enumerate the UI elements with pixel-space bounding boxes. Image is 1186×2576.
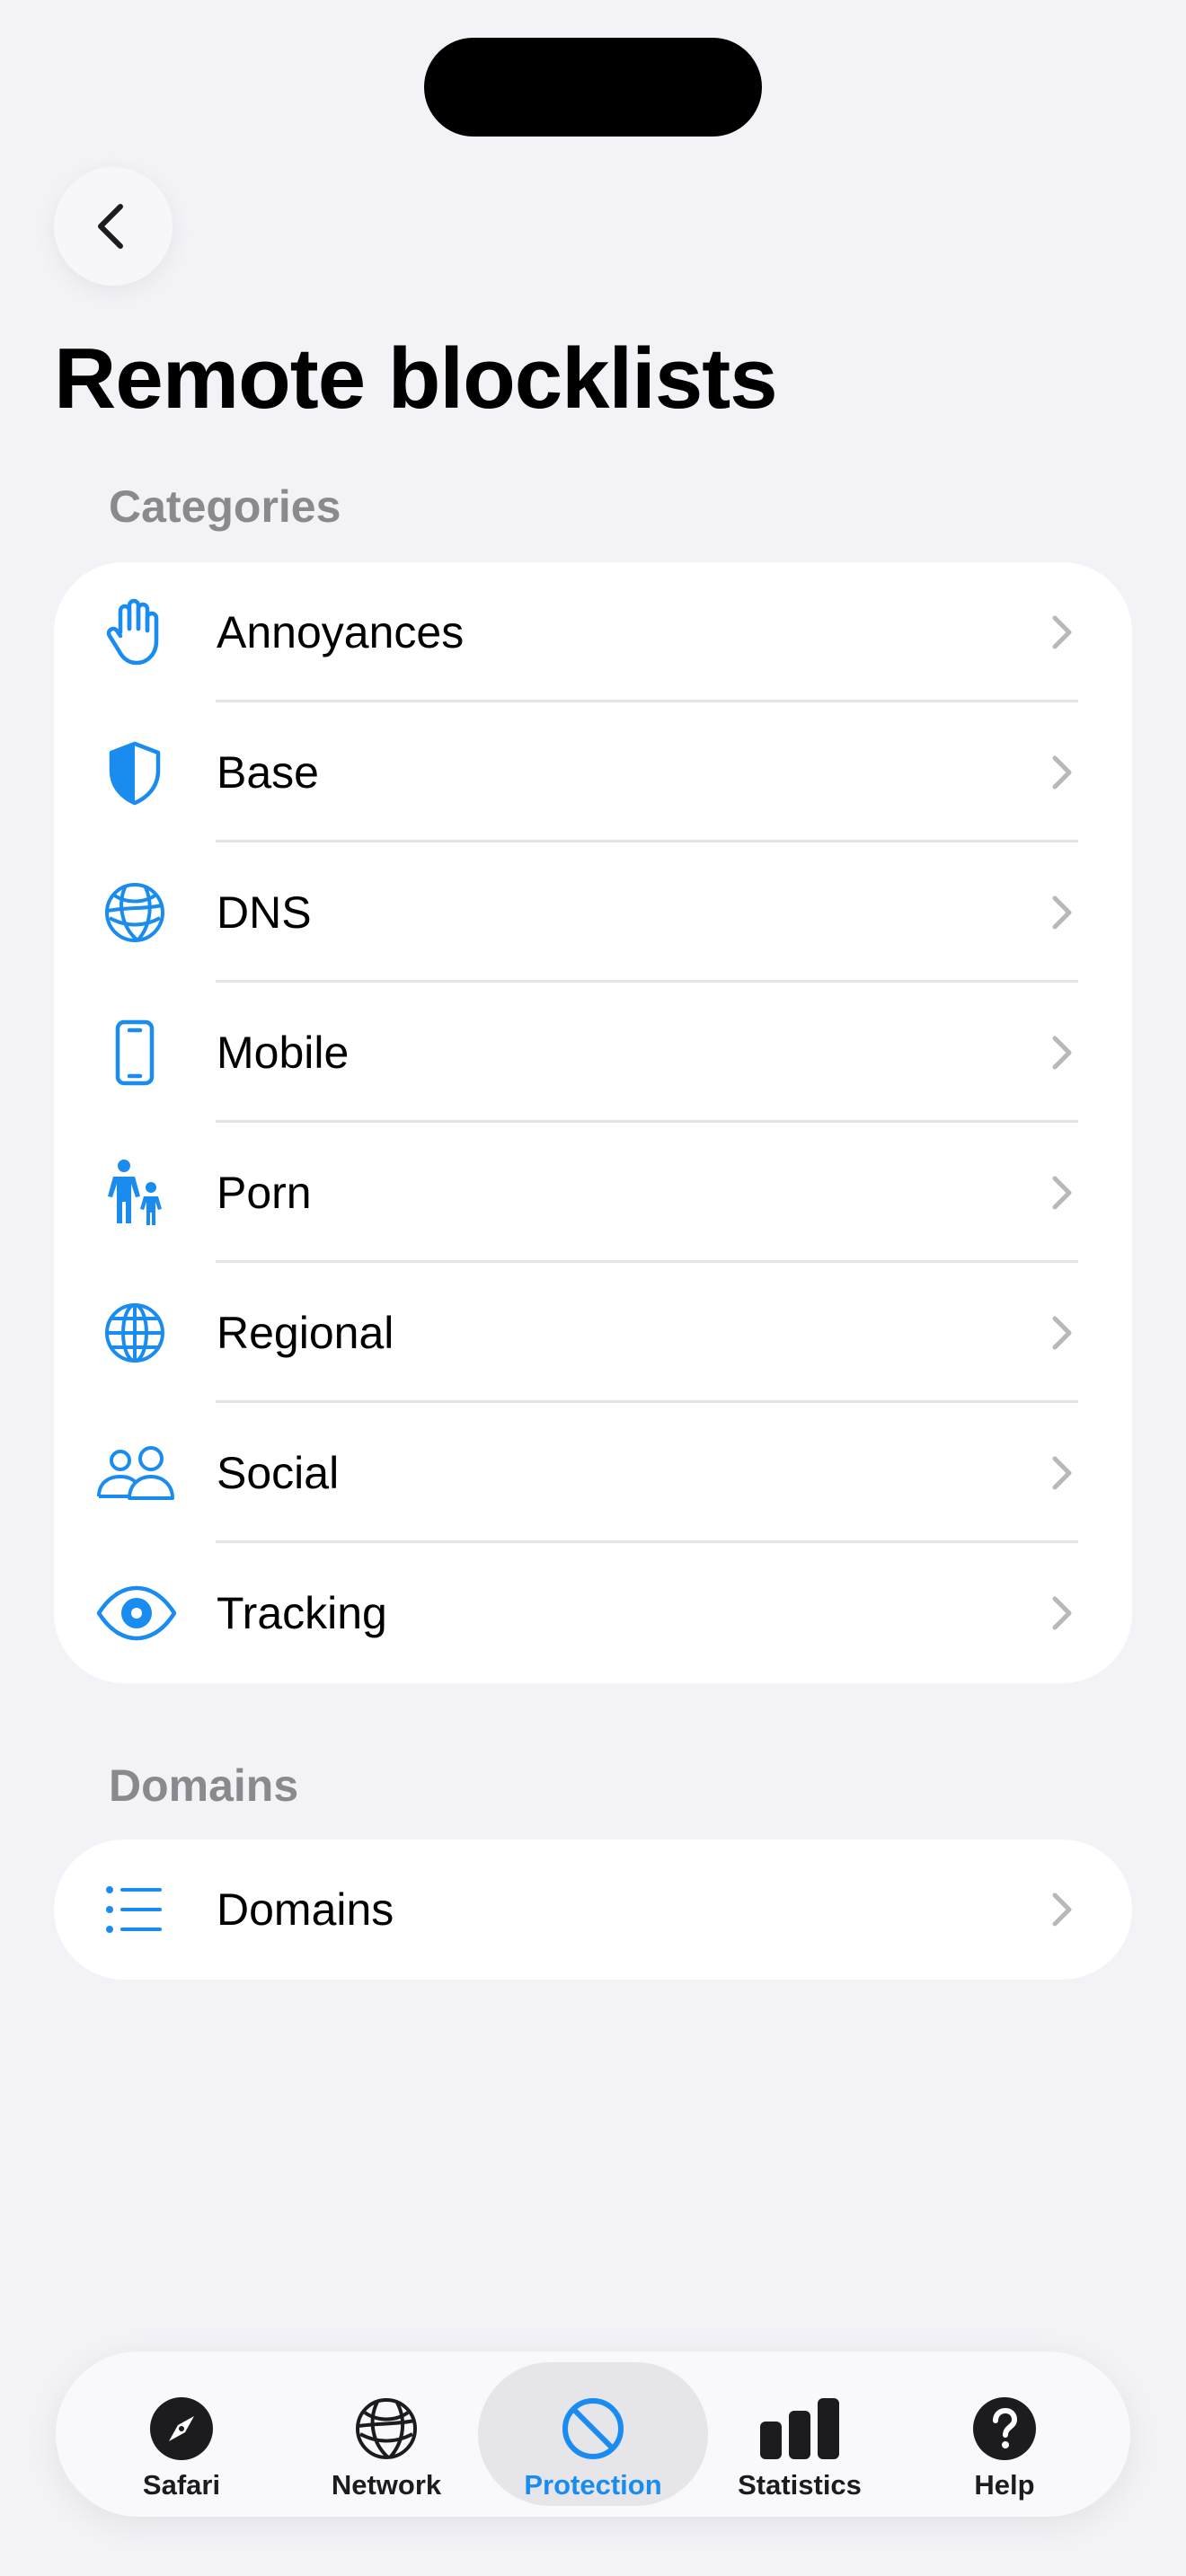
tab-label: Safari [142, 2469, 221, 2501]
network-globe-icon [356, 2398, 417, 2459]
list-item-label: Domains [217, 1884, 394, 1935]
list-item-mobile[interactable]: Mobile [54, 983, 1132, 1123]
chevron-right-icon [1052, 1456, 1072, 1490]
categories-list: Annoyances Base DNS Mobile Porn Regional… [54, 562, 1132, 1683]
tab-statistics[interactable]: Statistics [705, 2362, 894, 2506]
list-item-label: Annoyances [217, 607, 465, 657]
list-item-social[interactable]: Social [54, 1403, 1132, 1543]
chevron-left-icon [98, 204, 123, 249]
list-item-label: Regional [217, 1308, 394, 1358]
tab-help[interactable]: Help [910, 2362, 1099, 2506]
tab-label: Help [974, 2469, 1035, 2501]
list-item-tracking[interactable]: Tracking [54, 1543, 1132, 1683]
tab-network[interactable]: Network [292, 2362, 481, 2506]
page-title: Remote blocklists [54, 331, 778, 427]
question-circle-icon [973, 2397, 1036, 2460]
list-item-domains[interactable]: Domains [54, 1839, 1132, 1980]
list-item-regional[interactable]: Regional [54, 1263, 1132, 1403]
domains-list: Domains [54, 1839, 1132, 1980]
list-item-label: Mobile [217, 1028, 350, 1078]
list-item-label: Base [217, 747, 319, 798]
chevron-right-icon [1052, 1036, 1072, 1070]
chevron-right-icon [1052, 1596, 1072, 1630]
list-item-label: Social [217, 1448, 340, 1498]
list-item-dns[interactable]: DNS [54, 842, 1132, 983]
person-2-icon [95, 1437, 178, 1509]
list-item-label: DNS [217, 887, 312, 938]
eye-icon [95, 1577, 178, 1649]
tab-label: Protection [524, 2469, 662, 2501]
chevron-right-icon [1052, 895, 1072, 930]
globe-icon [99, 1297, 171, 1369]
list-item-label: Porn [217, 1168, 312, 1218]
network-globe-icon [99, 877, 171, 948]
tab-label: Network [331, 2469, 442, 2501]
tab-safari[interactable]: Safari [87, 2362, 276, 2506]
tab-label: Statistics [738, 2469, 862, 2501]
bar-chart-icon [760, 2398, 839, 2459]
categories-header: Categories [109, 481, 341, 532]
safari-compass-icon [150, 2397, 213, 2460]
domains-header: Domains [109, 1760, 299, 1811]
shield-half-icon [99, 737, 171, 808]
list-bullet-icon [99, 1874, 171, 1945]
list-item-label: Tracking [217, 1588, 387, 1638]
figure-and-child-icon [99, 1157, 171, 1229]
list-item-base[interactable]: Base [54, 702, 1132, 842]
dynamic-island [424, 38, 762, 137]
hand-raised-icon [99, 596, 171, 668]
list-item-annoyances[interactable]: Annoyances [54, 562, 1132, 702]
chevron-right-icon [1052, 1892, 1072, 1927]
chevron-right-icon [1052, 1176, 1072, 1210]
chevron-right-icon [1052, 615, 1072, 649]
list-item-porn[interactable]: Porn [54, 1123, 1132, 1263]
back-button[interactable] [54, 167, 173, 286]
prohibited-icon [562, 2398, 624, 2459]
tab-bar: Safari Network Protection Statistics Hel… [56, 2351, 1130, 2517]
chevron-right-icon [1052, 755, 1072, 790]
tab-protection[interactable]: Protection [478, 2362, 708, 2506]
iphone-icon [99, 1017, 171, 1089]
chevron-right-icon [1052, 1316, 1072, 1350]
